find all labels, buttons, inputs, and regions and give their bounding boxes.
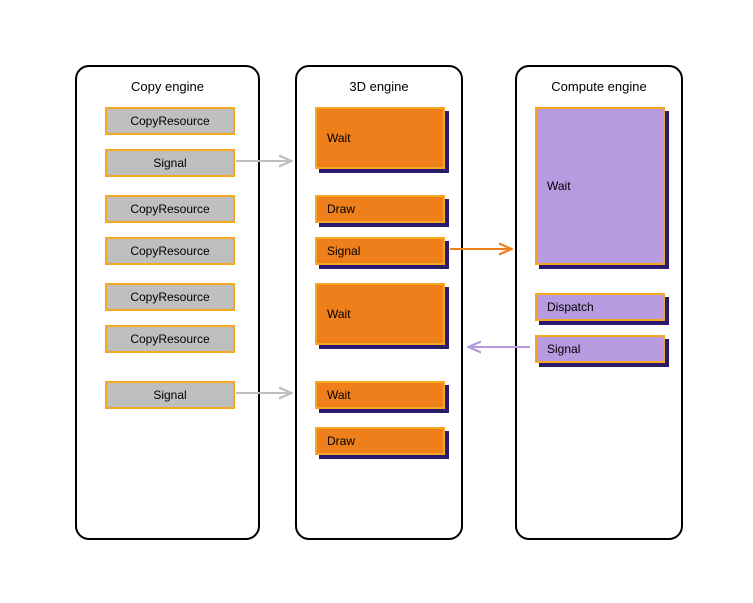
compute-block-wait: Wait bbox=[535, 107, 665, 265]
d3-block-wait: Wait bbox=[315, 381, 445, 409]
d3-block-wait: Wait bbox=[315, 107, 445, 169]
d3-block-signal: Signal bbox=[315, 237, 445, 265]
diagram-canvas: Copy engine CopyResource Signal CopyReso… bbox=[0, 0, 753, 603]
copy-block-signal: Signal bbox=[105, 149, 235, 177]
block-label: Wait bbox=[327, 388, 351, 402]
block-label: Signal bbox=[153, 156, 186, 170]
d3-block-wait: Wait bbox=[315, 283, 445, 345]
block-label: CopyResource bbox=[130, 332, 209, 346]
d3-block-draw: Draw bbox=[315, 427, 445, 455]
copy-engine-title: Copy engine bbox=[89, 79, 246, 94]
compute-engine-column: Compute engine Wait Dispatch Signal bbox=[515, 65, 683, 540]
block-label: CopyResource bbox=[130, 290, 209, 304]
copy-engine-column: Copy engine CopyResource Signal CopyReso… bbox=[75, 65, 260, 540]
block-label: Wait bbox=[547, 179, 571, 193]
block-label: Signal bbox=[547, 342, 580, 356]
copy-block-copyresource: CopyResource bbox=[105, 283, 235, 311]
copy-block-copyresource: CopyResource bbox=[105, 325, 235, 353]
block-label: Dispatch bbox=[547, 300, 594, 314]
d3-block-draw: Draw bbox=[315, 195, 445, 223]
block-label: Signal bbox=[153, 388, 186, 402]
block-label: CopyResource bbox=[130, 244, 209, 258]
block-label: Wait bbox=[327, 307, 351, 321]
block-label: CopyResource bbox=[130, 202, 209, 216]
block-label: Signal bbox=[327, 244, 360, 258]
block-label: Draw bbox=[327, 434, 355, 448]
3d-engine-column: 3D engine Wait Draw Signal Wait Wait Dra… bbox=[295, 65, 463, 540]
copy-block-signal: Signal bbox=[105, 381, 235, 409]
compute-engine-title: Compute engine bbox=[529, 79, 669, 94]
block-label: CopyResource bbox=[130, 114, 209, 128]
compute-block-signal: Signal bbox=[535, 335, 665, 363]
copy-block-copyresource: CopyResource bbox=[105, 107, 235, 135]
copy-block-copyresource: CopyResource bbox=[105, 237, 235, 265]
3d-engine-title: 3D engine bbox=[309, 79, 449, 94]
compute-block-dispatch: Dispatch bbox=[535, 293, 665, 321]
block-label: Draw bbox=[327, 202, 355, 216]
copy-block-copyresource: CopyResource bbox=[105, 195, 235, 223]
block-label: Wait bbox=[327, 131, 351, 145]
